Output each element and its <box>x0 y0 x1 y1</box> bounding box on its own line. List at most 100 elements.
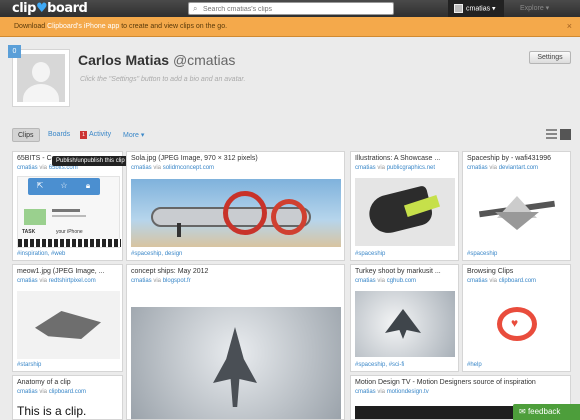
clip-thumbnail <box>17 291 120 359</box>
iphone-app-link[interactable]: Clipboard's iPhone app <box>47 23 119 30</box>
clip-card[interactable]: Browsing Clips cmatias via clipboard.com… <box>462 264 571 372</box>
clip-source-link[interactable]: publicgraphics.net <box>387 165 435 171</box>
clip-tags[interactable]: #spaceship <box>355 251 385 257</box>
figure-image <box>177 223 181 237</box>
clip-card[interactable]: Spaceship by - wafi431996 cmatias via de… <box>462 151 571 261</box>
view-toggle <box>546 129 572 141</box>
clip-source-link[interactable]: cghub.com <box>387 278 416 284</box>
clip-card[interactable]: Sola.jpg (JPEG Image, 970 × 312 pixels) … <box>126 151 345 261</box>
mini-site-line-2: your iPhone <box>56 229 83 235</box>
clip-thumbnail <box>131 307 341 419</box>
bio-placeholder: Click the "Settings" button to add a bio… <box>80 76 246 83</box>
text-line <box>52 209 80 212</box>
close-icon[interactable]: × <box>567 21 572 31</box>
spaceship-wing-image <box>495 212 539 230</box>
logo-text-board: board <box>47 1 88 16</box>
clip-title[interactable]: Motion Design TV - Motion Designers sour… <box>355 379 536 386</box>
top-nav-bar: clip♥board ⌕ cmatias ▾ Explore ▾ <box>0 0 580 17</box>
clip-source: cmatias via blogspot.fr <box>131 278 191 284</box>
clip-author-link[interactable]: cmatias <box>467 278 488 284</box>
clip-source-link[interactable]: deviantart.com <box>499 165 538 171</box>
clip-card[interactable]: concept ships: May 2012 cmatias via blog… <box>126 264 345 420</box>
clip-source-link[interactable]: redtshirtpixel.com <box>49 278 96 284</box>
search-box[interactable]: ⌕ <box>188 2 394 15</box>
list-view-icon[interactable] <box>546 129 557 140</box>
site-screenshot-image <box>24 209 46 225</box>
clip-via-text: via <box>37 389 49 395</box>
heart-icon: ♥ <box>35 1 48 16</box>
clip-card[interactable]: meow1.jpg (JPEG Image, ... cmatias via r… <box>12 264 123 372</box>
clip-source-link[interactable]: clipboard.com <box>49 389 86 395</box>
clip-tags[interactable]: #spaceship, design <box>131 251 182 257</box>
clip-source-link[interactable]: clipboard.com <box>499 278 536 284</box>
lock-icon[interactable]: 🔒︎ <box>80 181 96 192</box>
open-external-icon[interactable]: ⇱ <box>32 181 48 192</box>
clip-thumbnail <box>355 291 455 357</box>
clip-tags[interactable]: #starship <box>17 362 41 368</box>
clip-hover-actions: ⇱ ☆ 🔒︎ <box>28 178 100 195</box>
clip-author-link[interactable]: cmatias <box>467 165 488 171</box>
tab-activity[interactable]: 1 Activity <box>80 128 111 142</box>
star-icon[interactable]: ☆ <box>56 181 72 192</box>
clip-author-link[interactable]: cmatias <box>131 165 152 171</box>
banner-text-suffix: to create and view clips on the go. <box>119 23 228 30</box>
search-input[interactable] <box>203 4 389 14</box>
clip-title[interactable]: Browsing Clips <box>467 268 513 275</box>
clip-via-text: via <box>487 278 499 284</box>
clip-title[interactable]: 65BITS - C <box>17 155 52 162</box>
grid-view-icon[interactable] <box>560 129 571 140</box>
clip-tags[interactable]: #spaceship, #sci-fi <box>355 362 404 368</box>
explore-menu[interactable]: Explore ▾ <box>520 4 549 12</box>
clip-author-link[interactable]: cmatias <box>355 278 376 284</box>
clip-title[interactable]: Spaceship by - wafi431996 <box>467 155 551 162</box>
clip-source: cmatias via clipboard.com <box>467 278 536 284</box>
mini-site-line-1: TASK <box>22 229 36 235</box>
clip-thumbnail <box>355 406 515 419</box>
clip-title[interactable]: Illustrations: A Showcase ... <box>355 155 440 162</box>
heart-icon: ♥ <box>511 316 519 330</box>
clip-count-badge: 0 <box>8 45 21 58</box>
clip-author-link[interactable]: cmatias <box>17 278 38 284</box>
tab-boards[interactable]: Boards <box>48 128 70 142</box>
clip-author-link[interactable]: cmatias <box>17 165 38 171</box>
clip-title[interactable]: Turkey shoot by markusit ... <box>355 268 441 275</box>
settings-button[interactable]: Settings <box>529 51 571 64</box>
tab-more[interactable]: More ▾ <box>123 128 144 142</box>
clip-title[interactable]: meow1.jpg (JPEG Image, ... <box>17 268 105 275</box>
clip-card[interactable]: Illustrations: A Showcase ... cmatias vi… <box>350 151 459 261</box>
app-download-banner: Download Clipboard's iPhone app to creat… <box>0 17 580 37</box>
chat-icon: ✉ <box>519 407 528 416</box>
clip-via-text: via <box>37 278 49 284</box>
fighter-jet-image <box>385 309 421 339</box>
clip-card[interactable]: Anatomy of a clip cmatias via clipboard.… <box>12 375 123 420</box>
clip-thumbnail <box>131 179 341 247</box>
clip-thumbnail <box>467 178 567 246</box>
clip-title[interactable]: Sola.jpg (JPEG Image, 970 × 312 pixels) <box>131 155 258 162</box>
clipboard-logo[interactable]: clip♥board <box>12 1 88 16</box>
clip-author-link[interactable]: cmatias <box>355 165 376 171</box>
clip-tags[interactable]: #help <box>467 362 482 368</box>
publish-tooltip: Publish/unpublish this clip <box>52 156 129 166</box>
clip-thumbnail <box>355 178 455 246</box>
user-menu-label: cmatias ▾ <box>466 5 496 13</box>
clip-source-link[interactable]: blogspot.fr <box>163 278 191 284</box>
clip-card[interactable]: 65BITS - C cmatias via 65bits.com TASK y… <box>12 151 123 261</box>
clip-tags[interactable]: #spaceship <box>467 251 497 257</box>
user-menu[interactable]: cmatias ▾ <box>448 0 504 17</box>
clip-tags[interactable]: #inspiration, #web <box>17 251 65 257</box>
clip-title[interactable]: concept ships: May 2012 <box>131 268 208 275</box>
clip-author-link[interactable]: cmatias <box>17 389 38 395</box>
clip-source: cmatias via clipboard.com <box>17 389 86 395</box>
activity-count-badge: 1 <box>80 131 87 139</box>
clip-author-link[interactable]: cmatias <box>355 389 376 395</box>
clip-card[interactable]: Turkey shoot by markusit ... cmatias via… <box>350 264 459 372</box>
search-icon: ⌕ <box>193 4 198 13</box>
clip-source-link[interactable]: motiondesign.tv <box>387 389 429 395</box>
clip-author-link[interactable]: cmatias <box>131 278 152 284</box>
tab-clips[interactable]: Clips <box>12 128 40 142</box>
clip-source: cmatias via deviantart.com <box>467 165 538 171</box>
spaceship-image <box>35 311 101 339</box>
feedback-button[interactable]: ✉ feedback <box>513 404 580 420</box>
clip-title[interactable]: Anatomy of a clip <box>17 379 71 386</box>
clip-source-link[interactable]: solidmconcept.com <box>163 165 214 171</box>
